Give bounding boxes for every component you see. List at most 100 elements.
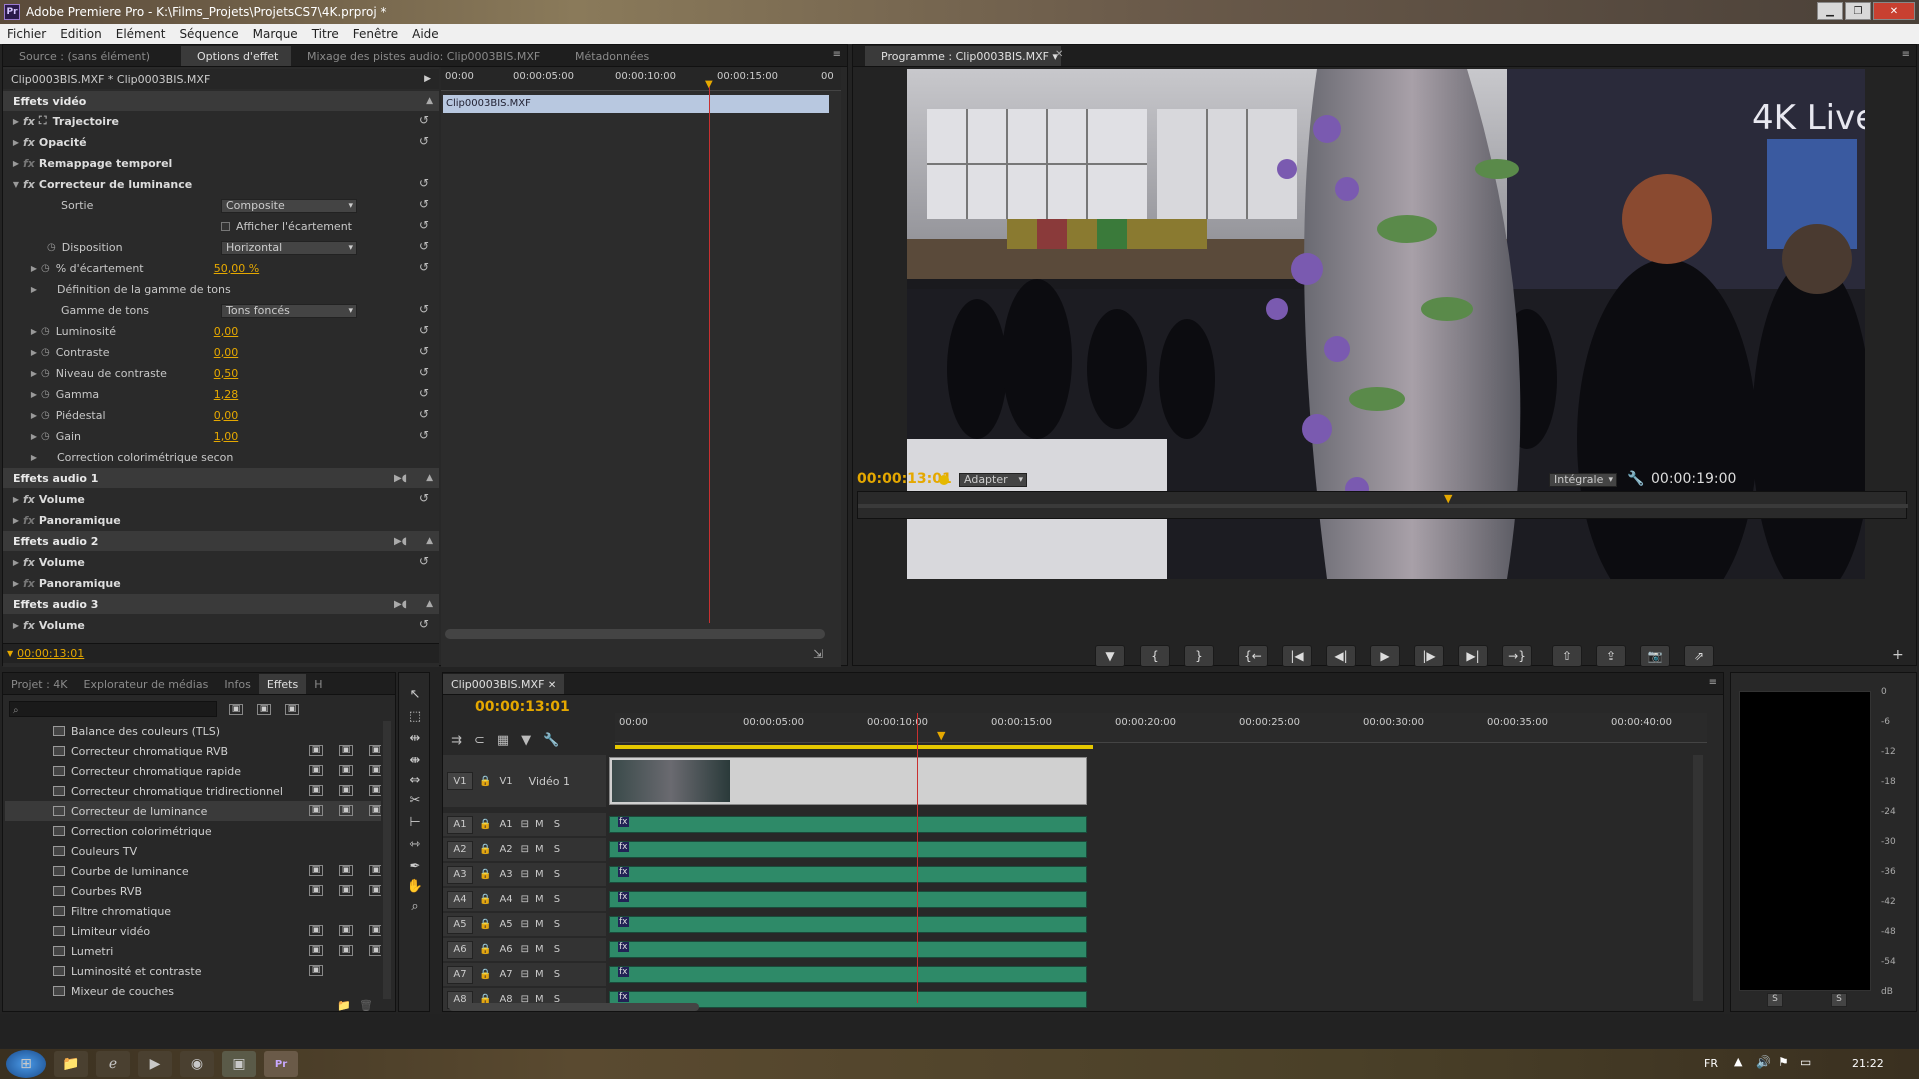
timeline-vertical-scrollbar[interactable] [1693, 755, 1703, 1001]
tab-program[interactable]: Programme : Clip0003BIS.MXF ▾ [865, 46, 1061, 66]
track-target-a1[interactable]: A1 [447, 815, 473, 834]
gamma-value[interactable]: 1,28 [214, 388, 239, 401]
solo-left-button[interactable]: S [1767, 993, 1783, 1007]
slip-tool-icon[interactable]: ⊢ [405, 815, 425, 833]
reset-icon[interactable]: ↺ [419, 386, 429, 400]
lock-icon[interactable]: 🔒 [479, 944, 491, 955]
program-timecode[interactable]: 00:00:13:01 [857, 471, 952, 487]
hand-tool-icon[interactable]: ✋ [405, 879, 425, 897]
effect-list-item[interactable]: Mixeur de couches [53, 981, 174, 999]
premiere-taskbar-icon[interactable]: Pr [264, 1051, 298, 1077]
go-to-in-button[interactable]: {← [1238, 645, 1268, 667]
section-audio-effects-1[interactable]: Effets audio 1 ▶◖ ▲ [3, 468, 439, 488]
track-target-a2[interactable]: A2 [447, 840, 473, 859]
chrome-icon[interactable]: ◉ [180, 1051, 214, 1077]
tab-sequence[interactable]: Clip0003BIS.MXF ✕ [443, 674, 565, 694]
rate-stretch-tool-icon[interactable]: ⇔ [405, 773, 425, 791]
work-area-bar[interactable] [615, 745, 1093, 749]
effects-scrollbar[interactable] [383, 721, 391, 999]
pen-tool-icon[interactable]: ✒ [405, 859, 425, 877]
tab-media-browser[interactable]: Explorateur de médias [76, 674, 217, 694]
reset-icon[interactable]: ↺ [419, 218, 429, 232]
lock-icon[interactable]: 🔒 [479, 776, 491, 787]
fx-icon[interactable]: fx [23, 619, 35, 632]
tab-info[interactable]: Infos [216, 674, 259, 694]
effect-list-item[interactable]: Luminosité et contraste [53, 961, 201, 981]
disposition-dropdown[interactable]: Horizontal [221, 241, 357, 255]
accelerated-effects-icon[interactable]: ▣ [229, 704, 243, 715]
effect-timecode[interactable]: 00:00:13:01 [17, 647, 84, 660]
param-correction-secondaire[interactable]: ▶ Correction colorimétrique secon [3, 447, 233, 467]
tab-effects[interactable]: Effets [258, 674, 307, 694]
sync-lock-icon[interactable]: ⊟ [521, 944, 529, 955]
mute-button[interactable]: M [535, 869, 544, 880]
menu-fenetre[interactable]: Fenêtre [346, 27, 405, 41]
lock-icon[interactable]: 🔒 [479, 819, 491, 830]
panel-menu-icon[interactable]: ≡ [833, 49, 841, 60]
reset-icon[interactable]: ↺ [419, 134, 429, 148]
effect-list-item[interactable]: Correcteur chromatique RVB [53, 741, 228, 761]
param-definition[interactable]: ▶ Définition de la gamme de tons [3, 279, 231, 299]
mark-out-button[interactable]: } [1184, 645, 1214, 667]
audio-clip[interactable] [609, 841, 1087, 858]
effect-list-item[interactable]: Lumetri [53, 941, 113, 961]
lock-icon[interactable]: 🔒 [479, 869, 491, 880]
fx-icon[interactable]: fx [23, 556, 35, 569]
luminosite-value[interactable]: 0,00 [214, 325, 239, 338]
effect-list-item[interactable]: Courbe de luminance [53, 861, 189, 881]
add-marker-button[interactable]: ▼ [1095, 645, 1125, 667]
prev-edit-button[interactable]: |◀ [1282, 645, 1312, 667]
effect-volume-1[interactable]: ▶ fx Volume [3, 489, 85, 509]
audio-clip[interactable] [609, 891, 1087, 908]
slide-tool-icon[interactable]: ⇿ [405, 837, 425, 855]
menu-fichier[interactable]: Fichier [0, 27, 53, 41]
sortie-dropdown[interactable]: Composite [221, 199, 357, 213]
panel-menu-icon[interactable]: ≡ [1709, 677, 1717, 688]
reset-icon[interactable]: ↺ [419, 491, 429, 505]
explorer-icon[interactable]: 📁 [54, 1051, 88, 1077]
mark-in-button[interactable]: { [1140, 645, 1170, 667]
tab-metadata[interactable]: Métadonnées [559, 46, 679, 66]
clock[interactable]: 21:22 [1852, 1057, 1884, 1070]
close-button[interactable]: ✕ [1873, 2, 1915, 20]
sync-lock-icon[interactable]: ⊟ [521, 844, 529, 855]
network-icon[interactable]: ▭ [1800, 1055, 1811, 1069]
mute-button[interactable]: M [535, 969, 544, 980]
tab-audio-mixer[interactable]: Mixage des pistes audio: Clip0003BIS.MXF [291, 46, 559, 66]
mute-button[interactable]: M [535, 919, 544, 930]
tab-effect-options[interactable]: Options d'effet [181, 46, 291, 66]
monitor-app-icon[interactable]: ▣ [222, 1051, 256, 1077]
zoom-tool-icon[interactable]: ⌕ [405, 899, 425, 917]
effect-remappage[interactable]: ▶ fx Remappage temporel [3, 153, 172, 173]
effect-volume-2[interactable]: ▶ fx Volume [3, 552, 85, 572]
effect-trajectoire[interactable]: ▶ fx ⛶ Trajectoire [3, 111, 119, 131]
menu-element[interactable]: Elément [109, 27, 173, 41]
video-clip[interactable] [609, 757, 1087, 805]
add-button-icon[interactable]: + [1892, 647, 1904, 663]
close-tab-icon[interactable]: ✕ [548, 680, 556, 691]
selection-tool-icon[interactable]: ↖ [405, 687, 425, 705]
section-video-effects[interactable]: Effets vidéo ▲ [3, 91, 439, 111]
stopwatch-icon[interactable]: ◷ [41, 431, 50, 442]
32bit-effects-icon[interactable]: ▣ [257, 704, 271, 715]
lock-icon[interactable]: 🔒 [479, 894, 491, 905]
stopwatch-icon[interactable]: ◷ [47, 242, 56, 253]
track-target-a3[interactable]: A3 [447, 865, 473, 884]
menu-marque[interactable]: Marque [246, 27, 305, 41]
track-target-a6[interactable]: A6 [447, 940, 473, 959]
add-marker-icon[interactable]: ▼ [521, 733, 531, 748]
panel-menu-icon[interactable]: ≡ [1902, 49, 1910, 60]
ripple-edit-tool-icon[interactable]: ⇹ [405, 731, 425, 749]
reset-icon[interactable]: ↺ [419, 407, 429, 421]
solo-button[interactable]: S [554, 919, 560, 930]
timeline-horizontal-scrollbar[interactable] [449, 1003, 699, 1011]
wrench-icon[interactable]: 🔧 [1627, 471, 1644, 487]
reset-icon[interactable]: ↺ [419, 554, 429, 568]
maximize-button[interactable]: ❐ [1845, 2, 1871, 20]
effect-opacite[interactable]: ▶ fx Opacité [3, 132, 87, 152]
transform-icon[interactable]: ⛶ [39, 114, 47, 128]
reset-icon[interactable]: ↺ [419, 197, 429, 211]
export-icon[interactable]: ⇲ [813, 647, 823, 661]
lift-button[interactable]: ⇧ [1552, 645, 1582, 667]
effect-luminance-corrector[interactable]: ▼ fx Correcteur de luminance [3, 174, 192, 194]
